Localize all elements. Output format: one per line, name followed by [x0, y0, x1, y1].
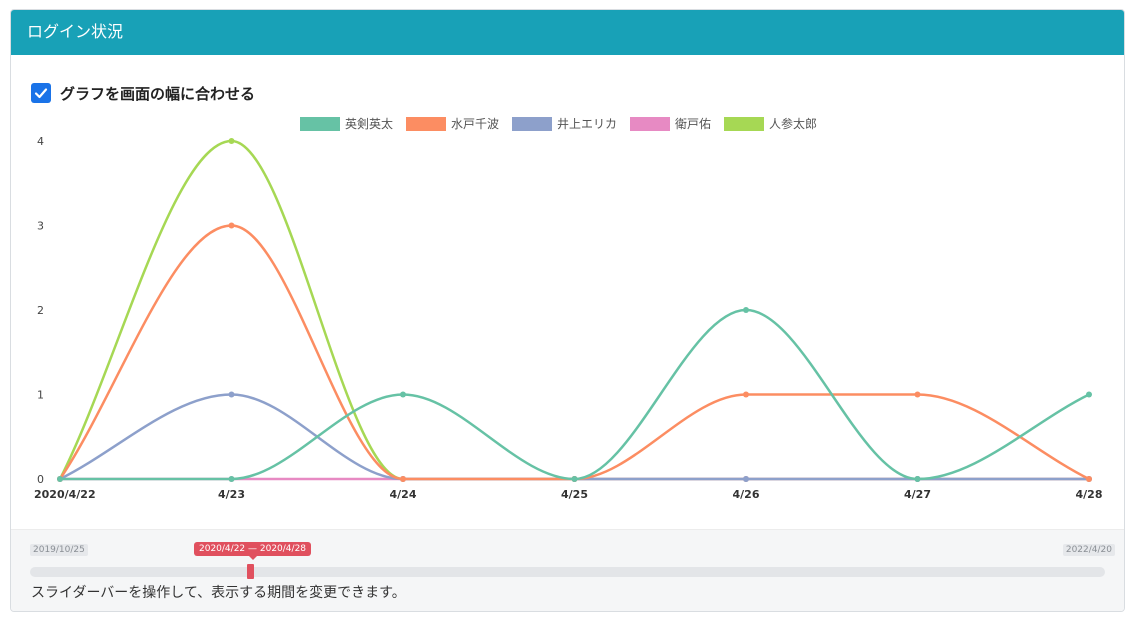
login-line-chart: 0 1 2 3 4 2020/4/22 4/23 4/24 4/25 4/26 4/27 4/28 英剣…: [34, 116, 1103, 501]
legend-label: 水戸千波: [451, 117, 499, 131]
data-point: [571, 476, 578, 482]
range-slider-handle[interactable]: [247, 564, 254, 579]
x-tick-label: 4/27: [904, 488, 931, 501]
legend-swatch: [724, 117, 764, 131]
legend-label: 人参太郎: [769, 116, 817, 131]
data-point: [914, 391, 921, 398]
range-min-label: 2019/10/25: [30, 544, 88, 556]
data-point: [743, 476, 749, 482]
legend-swatch: [300, 117, 340, 131]
legend-label: 井上エリカ: [557, 117, 617, 131]
data-point: [1086, 476, 1092, 482]
range-max-label: 2022/4/20: [1062, 544, 1115, 556]
data-point: [400, 476, 406, 482]
series-line: [58, 224, 1090, 481]
data-point: [228, 391, 235, 398]
x-tick-label: 4/23: [218, 488, 245, 501]
y-tick-label: 1: [37, 389, 44, 402]
x-tick-label: 4/24: [390, 488, 417, 501]
x-tick-label: 2020/4/22: [34, 488, 96, 501]
x-tick-label: 4/28: [1076, 488, 1103, 501]
legend-swatch: [512, 117, 552, 131]
data-point: [400, 391, 406, 398]
data-point: [57, 476, 63, 482]
legend-swatch: [406, 117, 446, 131]
x-tick-label: 4/26: [733, 488, 760, 501]
data-point: [1086, 391, 1092, 398]
data-point: [228, 222, 235, 229]
range-slider-help-text: スライダーバーを操作して、表示する期間を変更できます。: [31, 585, 406, 601]
y-tick-label: 0: [37, 473, 44, 486]
x-tick-label: 4/25: [561, 488, 588, 501]
y-tick-label: 4: [37, 135, 44, 148]
legend-swatch: [630, 117, 670, 131]
series-line: [58, 139, 1089, 481]
data-point: [228, 138, 235, 144]
range-selected-label: 2020/4/22 — 2020/4/28: [194, 542, 312, 560]
range-slider-track[interactable]: [30, 567, 1105, 577]
data-point: [743, 307, 749, 313]
data-point: [228, 476, 235, 482]
range-slider-panel: 2019/10/25 2020/4/22 — 2020/4/28 2022/4/…: [11, 529, 1124, 611]
y-tick-label: 3: [37, 220, 44, 233]
legend-label: 英剣英太: [345, 116, 393, 131]
data-point: [914, 476, 921, 482]
series-line: [59, 308, 1090, 481]
data-point: [743, 391, 749, 398]
y-tick-label: 2: [37, 304, 44, 317]
legend-label: 衛戸佑: [675, 117, 711, 131]
series-line: [59, 393, 1089, 481]
